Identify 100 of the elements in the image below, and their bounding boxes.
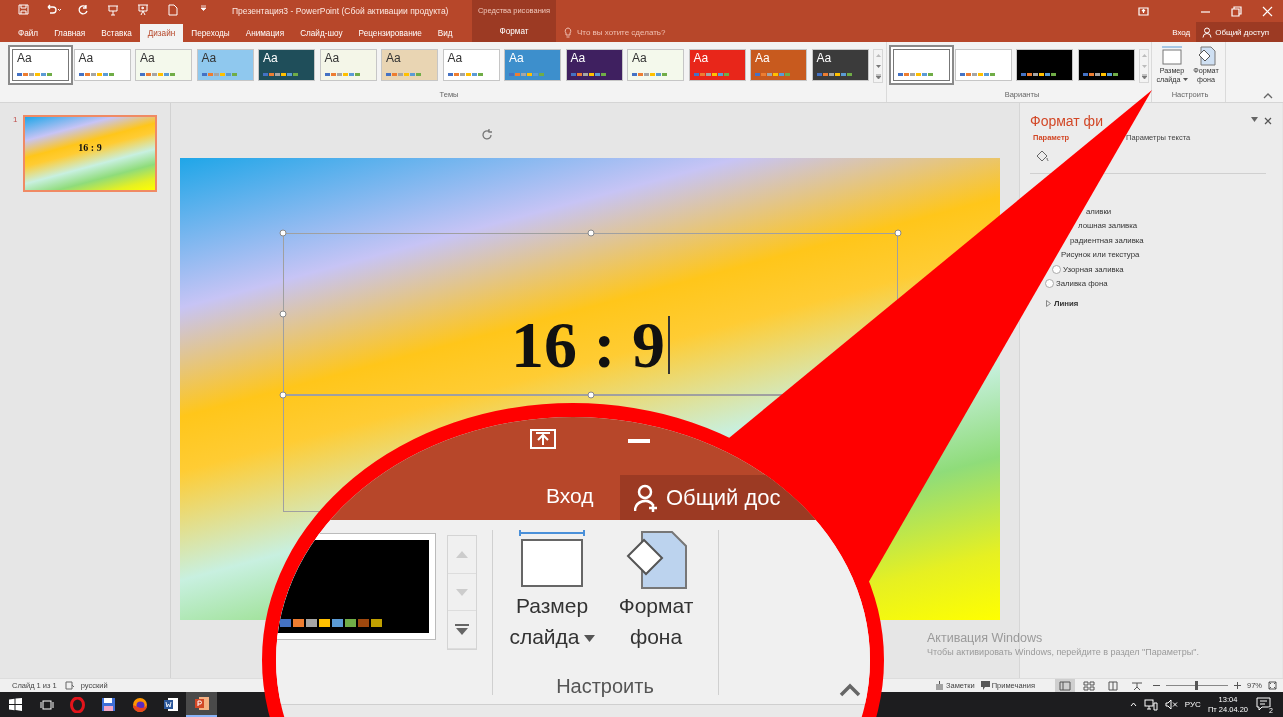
four-panes-icon <box>9 698 22 711</box>
view-button[interactable] <box>1055 679 1075 692</box>
ribbon-tab[interactable]: Дизайн <box>139 24 184 42</box>
slide-number: 1 <box>13 115 18 124</box>
fit-to-window-icon[interactable] <box>1268 681 1277 690</box>
theme-thumbnail[interactable]: Aa <box>258 49 315 81</box>
presentation-icon[interactable] <box>193 696 210 711</box>
ribbon-tab[interactable]: Вставка <box>93 24 140 42</box>
palette-strip <box>509 73 544 76</box>
theme-thumbnail[interactable]: Aa <box>811 49 869 81</box>
theme-thumbnail[interactable]: Aa <box>196 49 254 81</box>
resize-handle[interactable] <box>279 229 287 237</box>
collapse-ribbon-icon[interactable] <box>1263 93 1273 99</box>
slide-title: 16 : 9 <box>511 310 665 380</box>
scroll-up-icon <box>1141 53 1147 57</box>
palette-strip <box>324 73 360 76</box>
group-label: Настроить <box>555 675 655 698</box>
spellcheck-icon[interactable] <box>64 681 75 690</box>
window-title: Презентация3 - PowerPoint (Сбой активации продукта) <box>232 6 449 16</box>
theme-sample-text: Aa <box>140 52 155 65</box>
theme-sample-text: Aa <box>201 52 217 65</box>
theme-thumbnail[interactable]: Aa <box>688 49 746 81</box>
document-icon[interactable] <box>162 697 179 712</box>
show-hidden-icons-icon[interactable] <box>1129 702 1137 707</box>
slide-size-button[interactable]: Размер слайда <box>502 530 602 652</box>
ribbon-tab[interactable]: Рецензирование <box>350 24 430 42</box>
slide-thumbnail[interactable]: 16 : 9 <box>23 115 157 192</box>
minimize-icon <box>628 439 650 443</box>
theme-thumbnail[interactable]: Aa <box>504 49 561 81</box>
ribbon-tab[interactable]: Слайд-шоу <box>292 24 351 42</box>
theme-sample-text: Aa <box>509 52 524 65</box>
input-language[interactable]: РУС <box>1184 700 1201 709</box>
ribbon-tab[interactable]: Вид <box>429 24 461 42</box>
palette-strip <box>816 73 852 76</box>
slideshow-icon[interactable] <box>137 4 149 16</box>
theme-thumbnail[interactable]: Aa <box>627 49 684 81</box>
palette-strip <box>632 73 667 76</box>
variant-thumbnail[interactable] <box>954 49 1012 81</box>
palette-strip <box>693 73 729 76</box>
variant-thumbnail[interactable] <box>1016 49 1073 81</box>
ribbon-tab[interactable]: Главная <box>46 24 94 42</box>
save-icon[interactable] <box>17 4 29 15</box>
ribbon-display-icon[interactable] <box>1138 5 1149 17</box>
sign-in-link[interactable]: Вход <box>1166 22 1197 42</box>
theme-sample-text: Aa <box>693 52 709 65</box>
zoom-in-icon[interactable] <box>1234 682 1241 689</box>
ring-icon[interactable] <box>70 696 85 713</box>
radio-button[interactable] <box>1052 264 1061 274</box>
network-icon[interactable] <box>1143 698 1158 711</box>
globe-icon[interactable] <box>131 696 148 713</box>
palette-strip <box>17 73 52 76</box>
resize-handle[interactable] <box>587 229 595 237</box>
theme-thumbnail[interactable]: Aa <box>73 49 131 81</box>
theme-sample-text: Aa <box>78 52 94 65</box>
resize-handle[interactable] <box>279 310 287 318</box>
text-cursor <box>668 316 670 374</box>
scroll-down-icon <box>875 64 881 68</box>
theme-thumbnail[interactable]: Aa <box>565 49 623 81</box>
resize-handle[interactable] <box>894 229 902 237</box>
slide-size-icon <box>516 530 588 590</box>
tell-me-field[interactable]: Что вы хотите сделать? <box>575 26 725 38</box>
share-button[interactable]: Общий доступ <box>1196 22 1283 42</box>
theme-thumbnail[interactable]: Aa <box>750 49 807 81</box>
muted-speaker-icon[interactable] <box>1164 699 1178 710</box>
person-icon <box>634 483 660 512</box>
redo-icon[interactable] <box>77 4 89 15</box>
customize-icon[interactable] <box>199 4 207 11</box>
theme-thumbnail[interactable]: Aa <box>135 49 192 81</box>
resize-handle[interactable] <box>587 391 595 399</box>
rotate-handle-icon[interactable] <box>480 128 494 142</box>
view-icon <box>1059 680 1071 691</box>
ribbon-tab[interactable]: Анимация <box>237 24 293 42</box>
theme-sample-text: Aa <box>386 52 401 65</box>
ribbon-tab[interactable]: Формат <box>489 22 539 40</box>
more-button[interactable] <box>874 71 882 82</box>
thumbnail-title: 16 : 9 <box>78 142 102 153</box>
paint-bucket-icon[interactable] <box>1035 150 1049 163</box>
more-button[interactable] <box>1140 71 1148 82</box>
theme-thumbnail[interactable]: Aa <box>319 49 377 81</box>
theme-thumbnail[interactable]: Aa <box>442 49 500 81</box>
format-background-button[interactable]: Формат фона <box>606 530 706 652</box>
expand-icon[interactable] <box>1046 300 1051 307</box>
palette-strip <box>263 73 298 76</box>
pane-options-icon[interactable] <box>1251 117 1258 122</box>
variant-thumbnail[interactable] <box>1077 49 1135 81</box>
view-icon <box>1131 680 1143 691</box>
close-icon[interactable] <box>1264 117 1272 125</box>
presenter-icon[interactable] <box>107 4 119 16</box>
theme-sample-text: Aa <box>263 52 278 65</box>
ribbon-tab[interactable]: Файл <box>10 24 47 42</box>
palette-strip <box>386 73 421 76</box>
new-file-icon[interactable] <box>168 4 178 16</box>
ribbon-tab[interactable]: Переходы <box>183 24 238 42</box>
resize-handle[interactable] <box>279 391 287 399</box>
theme-sample-text: Aa <box>816 52 832 65</box>
zoom-out-icon[interactable] <box>1153 682 1160 689</box>
notification-icon[interactable] <box>1256 696 1271 711</box>
restore-icon[interactable] <box>1231 5 1242 17</box>
theme-thumbnail[interactable]: Aa <box>381 49 438 81</box>
radio-button[interactable] <box>1045 279 1054 289</box>
